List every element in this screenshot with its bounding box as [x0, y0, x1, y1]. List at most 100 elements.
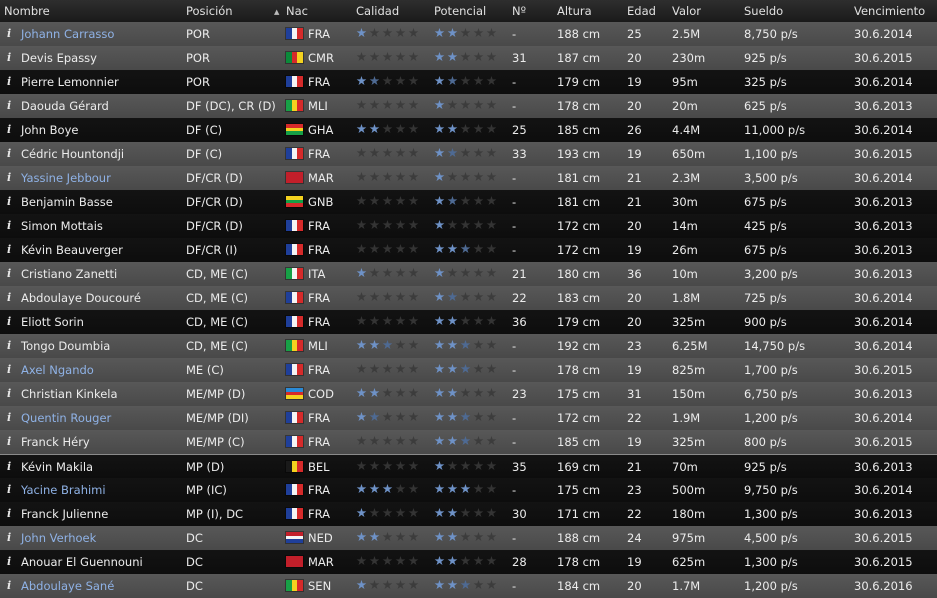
table-row[interactable]: i Cédric Hountondji DF (C) FRA ★ ★ ★ ★ ★ ★ ★ ★ ★ ★ 33 1…: [0, 142, 937, 166]
info-icon[interactable]: i: [7, 531, 11, 544]
player-name[interactable]: Yacine Brahimi: [21, 483, 106, 497]
player-name[interactable]: Daouda Gérard: [21, 99, 109, 113]
info-icon[interactable]: i: [7, 291, 11, 304]
potential-stars: ★ ★ ★ ★ ★: [433, 362, 498, 376]
star-icon: ★: [407, 241, 420, 256]
table-row[interactable]: i Daouda Gérard DF (DC), CR (D) MLI ★ ★ ★ ★ ★ ★ ★ ★…: [0, 94, 937, 118]
info-icon[interactable]: i: [7, 363, 11, 376]
info-icon[interactable]: i: [7, 507, 11, 520]
table-row[interactable]: i Quentin Rouger ME/MP (DI) FRA ★ ★ ★ ★ ★ ★ ★ ★ ★ ★ -1…: [0, 406, 937, 430]
player-name[interactable]: Simon Mottais: [21, 219, 103, 233]
player-age: 23: [627, 339, 642, 353]
player-name[interactable]: John Boye: [21, 123, 78, 137]
info-icon[interactable]: i: [7, 460, 11, 473]
info-icon[interactable]: i: [7, 195, 11, 208]
table-row[interactable]: i Christian Kinkela ME/MP (D) COD ★ ★ ★ ★ ★ ★ ★ ★ ★ ★…: [0, 382, 937, 406]
column-header-name[interactable]: Nombre: [4, 4, 50, 18]
table-row[interactable]: i Axel Ngando ME (C) FRA ★ ★ ★ ★ ★ ★ ★ ★ ★ ★ -178 cm 19…: [0, 358, 937, 382]
player-name[interactable]: Kévin Makila: [21, 460, 93, 474]
table-row[interactable]: i John Boye DF (C) GHA ★ ★ ★ ★ ★ ★ ★ ★ ★ ★ 25 185 cm 26 4…: [0, 118, 937, 142]
player-name[interactable]: Anouar El Guennouni: [21, 555, 143, 569]
column-header-number[interactable]: Nº: [512, 4, 526, 18]
table-row[interactable]: i Franck Julienne MP (I), DC FRA ★ ★ ★ ★ ★ ★ ★ ★ ★ ★ 3…: [0, 502, 937, 526]
table-row[interactable]: i Kévin Beauverger DF/CR (I) FRA ★ ★ ★ ★ ★ ★ ★ ★ ★ ★ -…: [0, 238, 937, 262]
player-name[interactable]: Christian Kinkela: [21, 387, 118, 401]
player-name[interactable]: Abdoulaye Doucouré: [21, 291, 141, 305]
player-value: 10m: [672, 267, 698, 281]
info-icon[interactable]: i: [7, 435, 11, 448]
column-header-position[interactable]: Posición: [186, 4, 233, 18]
star-icon: ★: [446, 505, 459, 520]
star-icon: ★: [381, 433, 394, 448]
table-row[interactable]: i Pierre Lemonnier POR FRA ★ ★ ★ ★ ★ ★ ★ ★ ★ ★ -179 cm…: [0, 70, 937, 94]
table-row[interactable]: i Yacine Brahimi MP (IC) FRA ★ ★ ★ ★ ★ ★ ★ ★ ★ ★ -175 …: [0, 478, 937, 502]
table-row[interactable]: i Abdoulaye Doucouré CD, ME (C) FRA ★ ★ ★ ★ ★ ★ ★ ★…: [0, 286, 937, 310]
info-icon[interactable]: i: [7, 579, 11, 592]
table-row[interactable]: i Franck Héry ME/MP (C) FRA ★ ★ ★ ★ ★ ★ ★ ★ ★ ★ -185 c…: [0, 430, 937, 454]
star-icon: ★: [368, 169, 381, 184]
info-icon[interactable]: i: [7, 219, 11, 232]
table-row[interactable]: i John Verhoek DC NED ★ ★ ★ ★ ★ ★ ★ ★ ★ ★ -188 cm 24 975…: [0, 526, 937, 550]
info-icon[interactable]: i: [7, 555, 11, 568]
info-icon[interactable]: i: [7, 75, 11, 88]
table-row[interactable]: i Yassine Jebbour DF/CR (D) MAR ★ ★ ★ ★ ★ ★ ★ ★ ★ ★ -1…: [0, 166, 937, 190]
star-icon: ★: [459, 433, 472, 448]
table-row[interactable]: i Johann Carrasso POR FRA ★ ★ ★ ★ ★ ★ ★ ★ ★ ★ -188 cm 2…: [0, 22, 937, 46]
player-name[interactable]: Abdoulaye Sané: [21, 579, 114, 593]
player-value: 625m: [672, 555, 706, 569]
table-row[interactable]: i Tongo Doumbia CD, ME (C) MLI ★ ★ ★ ★ ★ ★ ★ ★ ★ ★ -19…: [0, 334, 937, 358]
info-icon[interactable]: i: [7, 147, 11, 160]
table-row[interactable]: i Simon Mottais DF/CR (D) FRA ★ ★ ★ ★ ★ ★ ★ ★ ★ ★ -172…: [0, 214, 937, 238]
player-name[interactable]: Axel Ngando: [21, 363, 94, 377]
player-name[interactable]: Johann Carrasso: [21, 27, 114, 41]
player-name[interactable]: Quentin Rouger: [21, 411, 111, 425]
star-icon: ★: [407, 433, 420, 448]
table-row[interactable]: i Kévin Makila MP (D) BEL ★ ★ ★ ★ ★ ★ ★ ★ ★ ★ 35 169 cm…: [0, 454, 937, 478]
player-name[interactable]: John Verhoek: [21, 531, 96, 545]
player-name[interactable]: Tongo Doumbia: [21, 339, 110, 353]
player-name[interactable]: Cristiano Zanetti: [21, 267, 117, 281]
player-name[interactable]: Devis Epassy: [21, 51, 97, 65]
info-icon[interactable]: i: [7, 123, 11, 136]
info-icon[interactable]: i: [7, 243, 11, 256]
column-header-nation[interactable]: Nac: [286, 4, 308, 18]
info-icon[interactable]: i: [7, 99, 11, 112]
star-icon: ★: [368, 409, 381, 424]
player-name[interactable]: Pierre Lemonnier: [21, 75, 119, 89]
player-name[interactable]: Franck Julienne: [21, 507, 108, 521]
player-name[interactable]: Kévin Beauverger: [21, 243, 123, 257]
table-row[interactable]: i Devis Epassy POR CMR ★ ★ ★ ★ ★ ★ ★ ★ ★ ★ 31 187 cm 20 2…: [0, 46, 937, 70]
player-name[interactable]: Franck Héry: [21, 435, 90, 449]
table-row[interactable]: i Eliott Sorin CD, ME (C) FRA ★ ★ ★ ★ ★ ★ ★ ★ ★ ★ 36 17…: [0, 310, 937, 334]
info-icon[interactable]: i: [7, 171, 11, 184]
column-header-age[interactable]: Edad: [627, 4, 656, 18]
player-number: -: [512, 531, 517, 545]
player-name[interactable]: Cédric Hountondji: [21, 147, 124, 161]
table-row[interactable]: i Cristiano Zanetti CD, ME (C) ITA ★ ★ ★ ★ ★ ★ ★ ★ ★…: [0, 262, 937, 286]
column-header-value[interactable]: Valor: [672, 4, 701, 18]
info-icon[interactable]: i: [7, 483, 11, 496]
sort-ascending-icon[interactable]: ▲: [272, 4, 279, 18]
column-header-potential[interactable]: Potencial: [434, 4, 486, 18]
info-icon[interactable]: i: [7, 51, 11, 64]
info-icon[interactable]: i: [7, 315, 11, 328]
info-icon[interactable]: i: [7, 387, 11, 400]
table-row[interactable]: i Anouar El Guennouni DC MAR ★ ★ ★ ★ ★ ★ ★ ★ ★ ★ 28 178…: [0, 550, 937, 574]
star-icon: ★: [472, 193, 485, 208]
table-row[interactable]: i Abdoulaye Sané DC SEN ★ ★ ★ ★ ★ ★ ★ ★ ★ ★ -184 cm 20 1…: [0, 574, 937, 598]
column-header-height[interactable]: Altura: [557, 4, 592, 18]
table-row[interactable]: i Benjamin Basse DF/CR (D) GNB ★ ★ ★ ★ ★ ★ ★ ★ ★ ★ -18…: [0, 190, 937, 214]
star-icon: ★: [381, 505, 394, 520]
info-icon[interactable]: i: [7, 27, 11, 40]
player-name[interactable]: Yassine Jebbour: [21, 171, 111, 185]
star-icon: ★: [368, 577, 381, 592]
player-number: 30: [512, 507, 527, 521]
player-name[interactable]: Benjamin Basse: [21, 195, 113, 209]
info-icon[interactable]: i: [7, 267, 11, 280]
column-header-expiry[interactable]: Vencimiento: [854, 4, 925, 18]
info-icon[interactable]: i: [7, 339, 11, 352]
column-header-salary[interactable]: Sueldo: [744, 4, 783, 18]
column-header-quality[interactable]: Calidad: [356, 4, 399, 18]
info-icon[interactable]: i: [7, 411, 11, 424]
player-name[interactable]: Eliott Sorin: [21, 315, 84, 329]
